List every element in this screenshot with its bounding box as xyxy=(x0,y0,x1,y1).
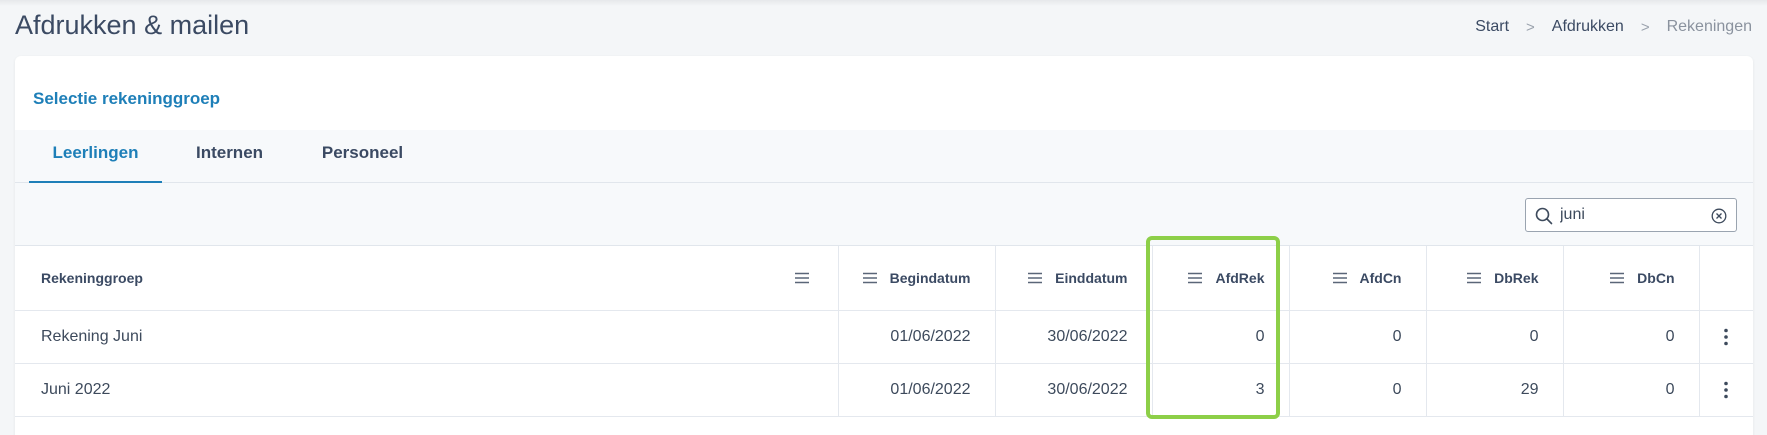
tab-leerlingen[interactable]: Leerlingen xyxy=(29,130,162,183)
column-label: DbRek xyxy=(1494,270,1539,286)
chevron-right-icon: > xyxy=(1640,18,1650,36)
tab-bar: Leerlingen Internen Personeel xyxy=(15,130,1753,183)
column-menu-icon[interactable] xyxy=(1609,272,1625,284)
search-input[interactable] xyxy=(1560,204,1705,226)
cell-afdcn: 0 xyxy=(1289,363,1427,417)
chevron-right-icon: > xyxy=(1526,18,1535,36)
cell-afdrek: 3 xyxy=(1152,363,1290,417)
cell-einddatum: 30/06/2022 xyxy=(995,363,1153,417)
column-menu-icon[interactable] xyxy=(862,272,878,284)
column-header-afdrek[interactable]: AfdRek xyxy=(1152,246,1290,311)
more-vertical-icon[interactable] xyxy=(1724,328,1729,346)
table-row[interactable]: Rekening Juni 01/06/2022 30/06/2022 0 0 … xyxy=(15,310,1753,364)
column-header-actions xyxy=(1699,246,1753,311)
search-box[interactable] xyxy=(1525,198,1737,232)
row-actions xyxy=(1699,310,1753,364)
cell-begindatum: 01/06/2022 xyxy=(838,310,996,364)
cell-rekeninggroep: Rekening Juni xyxy=(15,310,839,364)
tab-personeel[interactable]: Personeel xyxy=(305,130,420,183)
column-label: Rekeninggroep xyxy=(41,270,143,286)
rekeninggroep-table: Rekeninggroep Begindatum Einddatum AfdRe… xyxy=(15,246,1753,417)
more-vertical-icon[interactable] xyxy=(1724,381,1729,399)
top-shadow xyxy=(0,0,1767,6)
breadcrumb-afdrukken[interactable]: Afdrukken xyxy=(1552,18,1624,36)
cell-dbcn: 0 xyxy=(1563,363,1700,417)
table-header-row: Rekeninggroep Begindatum Einddatum AfdRe… xyxy=(15,246,1753,311)
cell-afdrek: 0 xyxy=(1152,310,1290,364)
column-label: Begindatum xyxy=(889,270,971,286)
breadcrumb: Start > Afdrukken > Rekeningen xyxy=(1475,18,1752,36)
column-menu-icon[interactable] xyxy=(794,272,810,284)
column-label: AfdRek xyxy=(1215,270,1265,286)
tab-internen[interactable]: Internen xyxy=(173,130,286,183)
cell-einddatum: 30/06/2022 xyxy=(995,310,1153,364)
page-title: Afdrukken & mailen xyxy=(15,10,250,40)
column-menu-icon[interactable] xyxy=(1332,272,1348,284)
column-header-einddatum[interactable]: Einddatum xyxy=(995,246,1153,311)
column-label: DbCn xyxy=(1637,270,1675,286)
column-header-rekeninggroep[interactable]: Rekeninggroep xyxy=(15,246,839,311)
column-header-dbrek[interactable]: DbRek xyxy=(1426,246,1564,311)
cell-dbrek: 29 xyxy=(1426,363,1564,417)
cell-rekeninggroep: Juni 2022 xyxy=(15,363,839,417)
column-label: Einddatum xyxy=(1055,270,1128,286)
column-label: AfdCn xyxy=(1359,270,1402,286)
cell-dbrek: 0 xyxy=(1426,310,1564,364)
cell-begindatum: 01/06/2022 xyxy=(838,363,996,417)
search-icon xyxy=(1535,207,1553,225)
column-menu-icon[interactable] xyxy=(1027,272,1043,284)
selection-card: Selectie rekeninggroep Leerlingen Intern… xyxy=(15,56,1753,435)
column-menu-icon[interactable] xyxy=(1187,272,1203,284)
row-actions xyxy=(1699,363,1753,417)
column-menu-icon[interactable] xyxy=(1466,272,1482,284)
card-title: Selectie rekeninggroep xyxy=(33,89,221,108)
cell-dbcn: 0 xyxy=(1563,310,1700,364)
table-toolbar xyxy=(15,183,1753,246)
column-header-begindatum[interactable]: Begindatum xyxy=(838,246,996,311)
cell-afdcn: 0 xyxy=(1289,310,1427,364)
table-row[interactable]: Juni 2022 01/06/2022 30/06/2022 3 0 29 0 xyxy=(15,363,1753,417)
column-header-dbcn[interactable]: DbCn xyxy=(1563,246,1700,311)
column-header-afdcn[interactable]: AfdCn xyxy=(1289,246,1427,311)
card-header: Selectie rekeninggroep xyxy=(15,56,1753,130)
close-circle-icon[interactable] xyxy=(1711,208,1727,224)
breadcrumb-start[interactable]: Start xyxy=(1475,18,1509,36)
breadcrumb-rekeningen: Rekeningen xyxy=(1666,18,1752,35)
